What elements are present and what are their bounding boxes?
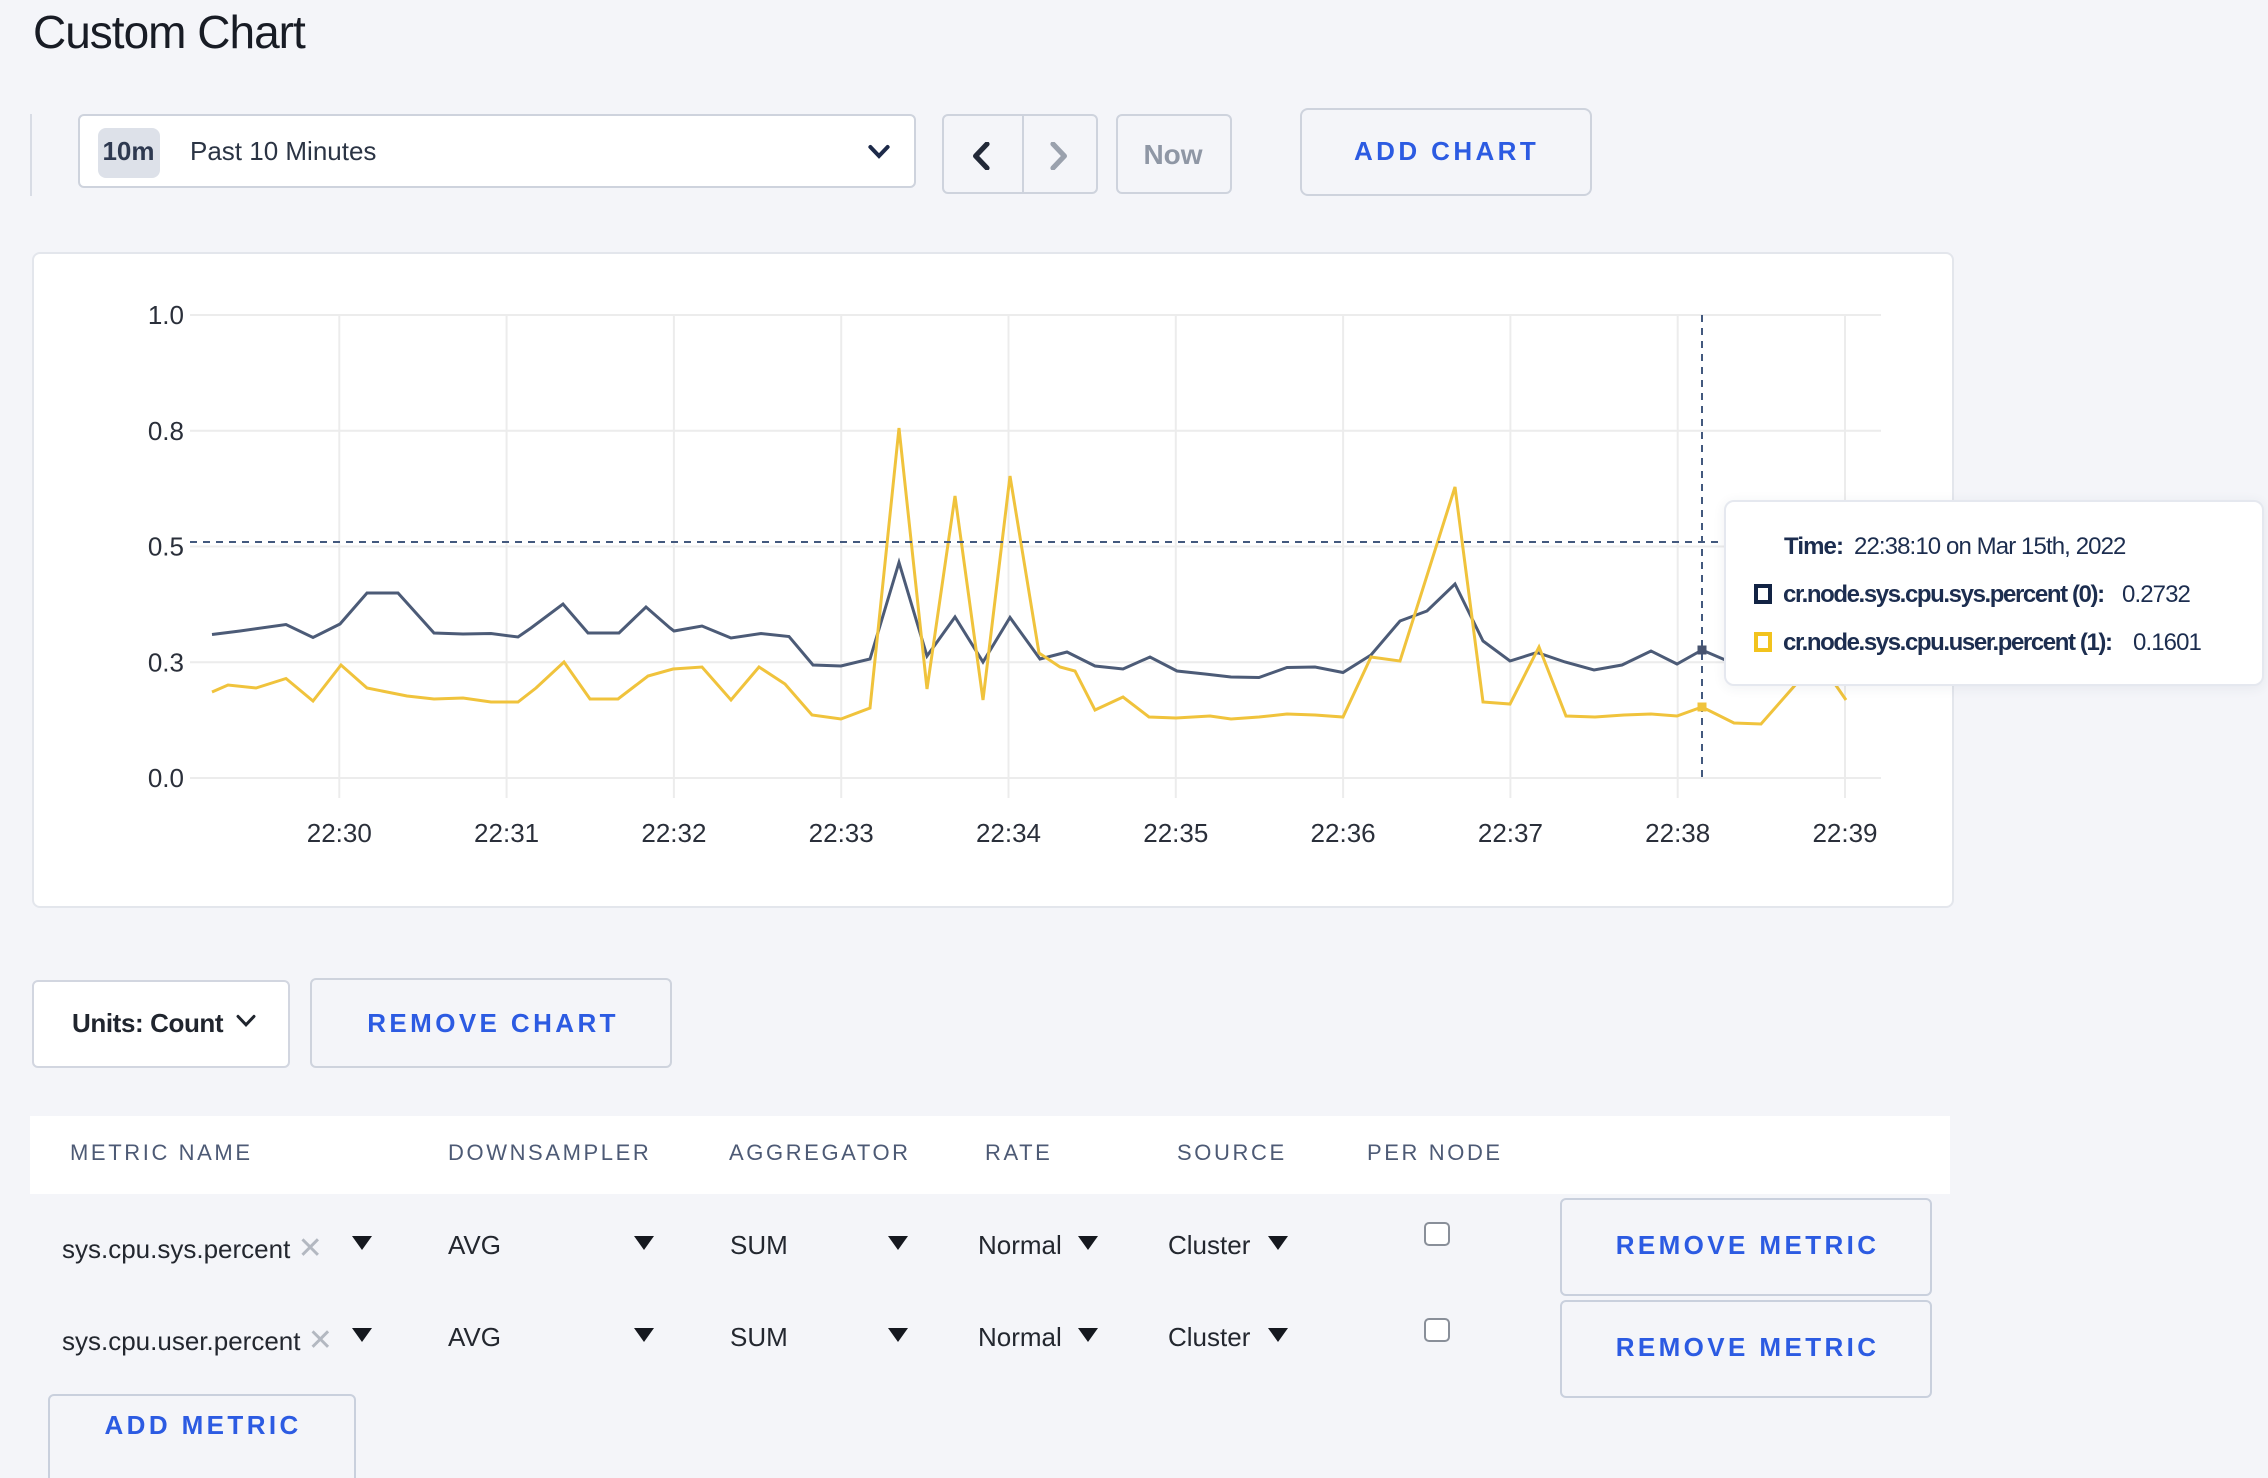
svg-text:22:36: 22:36 <box>1311 818 1376 848</box>
svg-text:22:30: 22:30 <box>307 818 372 848</box>
svg-text:0.0: 0.0 <box>148 763 184 793</box>
svg-text:22:31: 22:31 <box>474 818 539 848</box>
svg-text:22:39: 22:39 <box>1812 818 1877 848</box>
svg-text:22:33: 22:33 <box>809 818 874 848</box>
svg-text:0.8: 0.8 <box>148 416 184 446</box>
svg-text:0.5: 0.5 <box>148 532 184 562</box>
svg-text:22:37: 22:37 <box>1478 818 1543 848</box>
svg-text:22:34: 22:34 <box>976 818 1041 848</box>
svg-text:22:38: 22:38 <box>1645 818 1710 848</box>
svg-text:22:32: 22:32 <box>641 818 706 848</box>
svg-text:1.0: 1.0 <box>148 300 184 330</box>
svg-text:22:35: 22:35 <box>1143 818 1208 848</box>
svg-text:0.3: 0.3 <box>148 647 184 677</box>
